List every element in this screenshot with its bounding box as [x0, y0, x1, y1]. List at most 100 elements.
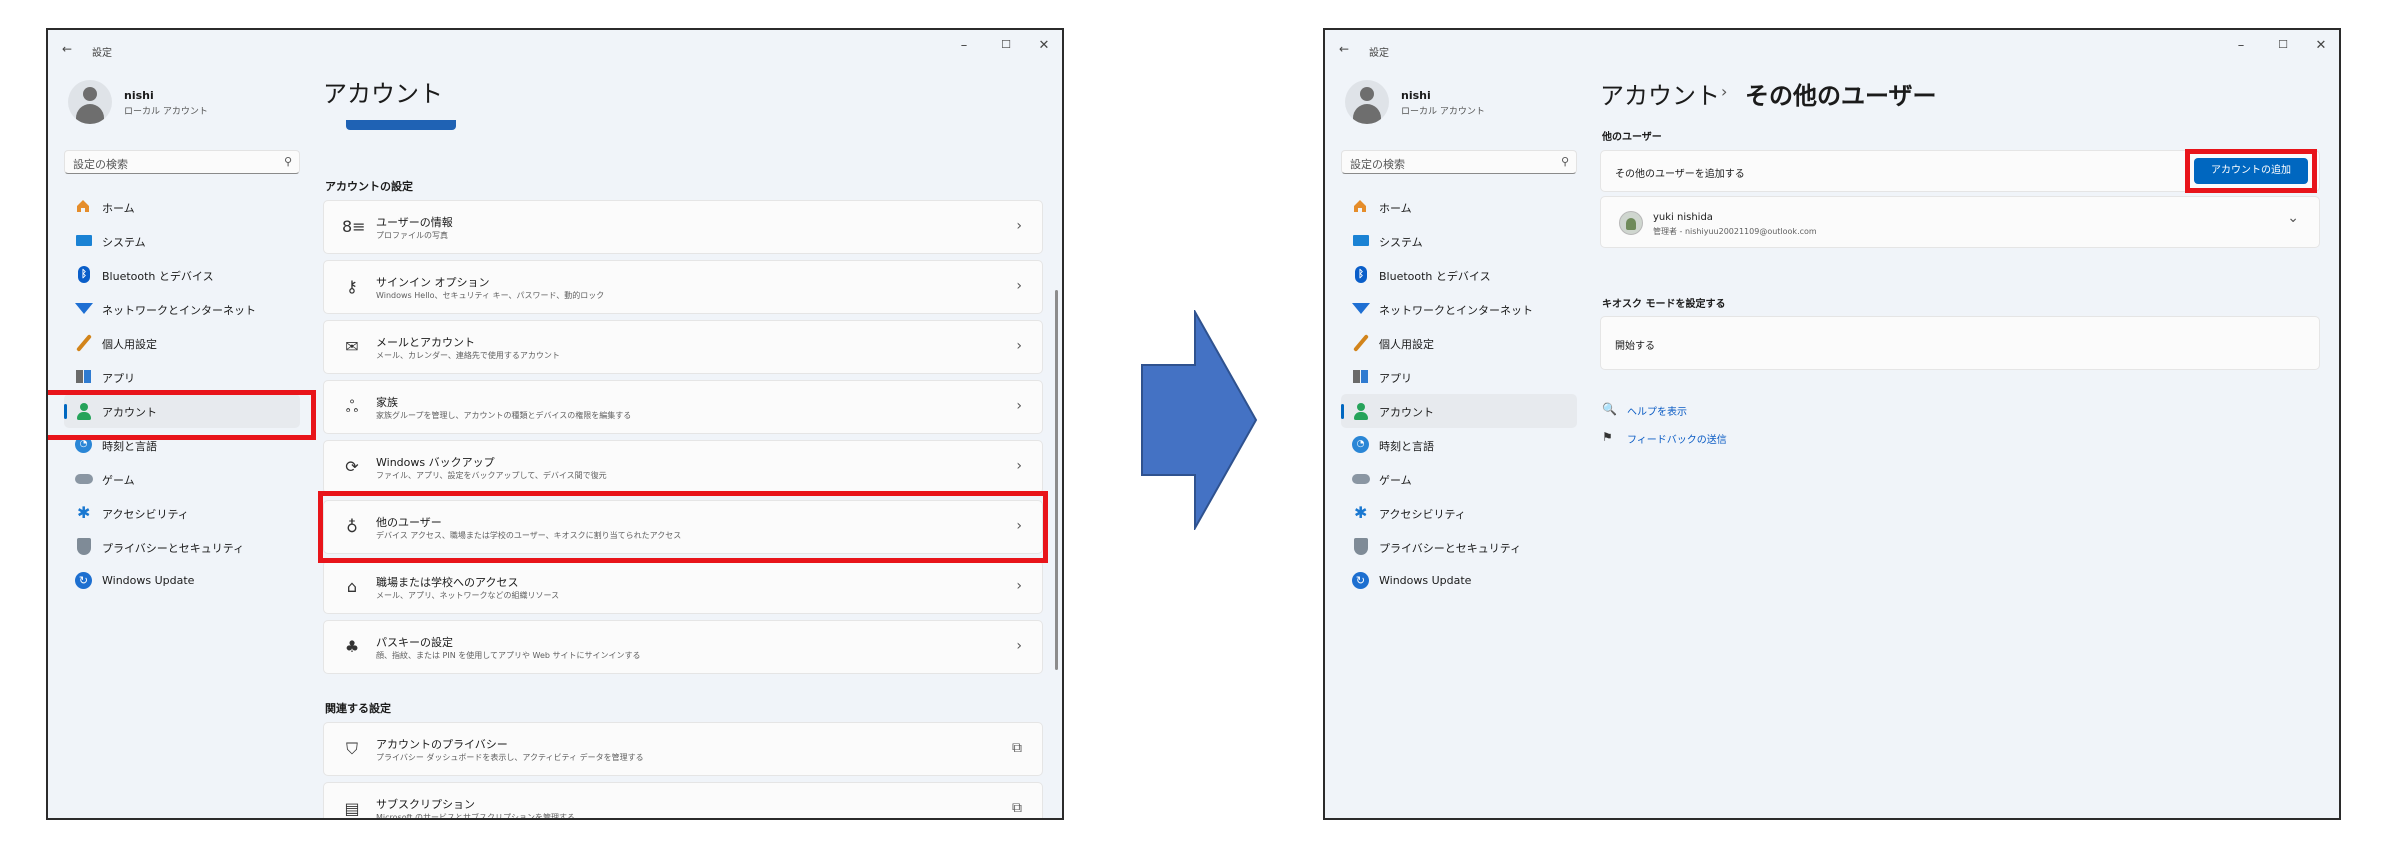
sidebar-item[interactable]: システム [64, 224, 300, 258]
sidebar-item[interactable]: プライバシーとセキュリティ [1341, 530, 1577, 564]
card-description: メール、カレンダー、連絡先で使用するアカウント [376, 351, 560, 360]
windows-update-icon: ↻ [75, 572, 93, 590]
page-title: アカウント [323, 80, 443, 108]
search-icon: ⚲ [1560, 155, 1569, 168]
chevron-right-icon: › [1016, 218, 1022, 234]
back-arrow-icon[interactable]: ← [62, 42, 72, 56]
user-entry-name: yuki nishida [1653, 212, 1713, 223]
settings-card[interactable]: ♣ パスキーの設定 顔、指紋、または PIN を使用してアプリや Web サイトにサ… [323, 620, 1043, 674]
system-icon [1352, 232, 1370, 250]
window-title: 設定 [1369, 48, 1389, 59]
sidebar-item[interactable]: ↻ Windows Update [64, 564, 300, 598]
search-input[interactable]: 設定の検索 ⚲ [64, 150, 300, 174]
card-description: Windows Hello、セキュリティ キー、パスワード、動的ロック [376, 291, 605, 300]
feedback-link[interactable]: フィードバックの送信 [1627, 431, 1727, 446]
sidebar-item[interactable]: ホーム [64, 190, 300, 224]
sidebar-item[interactable]: アカウント [1341, 394, 1577, 428]
kiosk-start-label: 開始する [1615, 341, 1655, 352]
sidebar-item[interactable]: ᛒ Bluetooth とデバイス [64, 258, 300, 292]
settings-card[interactable]: ▤ サブスクリプション Microsoft のサービスとサブスクリプションを管理する… [323, 782, 1043, 820]
sidebar-item-label: ゲーム [102, 474, 135, 487]
chevron-right-icon: › [1016, 578, 1022, 594]
sidebar-item[interactable]: ネットワークとインターネット [1341, 292, 1577, 326]
sidebar-item-label: アクセシビリティ [1379, 508, 1466, 521]
personalization-icon [1352, 334, 1370, 352]
sidebar-item[interactable]: アプリ [1341, 360, 1577, 394]
partially-scrolled-button[interactable] [346, 120, 456, 130]
sidebar-item[interactable]: ᛒ Bluetooth とデバイス [1341, 258, 1577, 292]
card-title: 家族 [376, 396, 398, 409]
section-heading-related: 関連する設定 [325, 702, 391, 715]
card-title: ユーザーの情報 [376, 216, 453, 229]
sidebar-item-label: ネットワークとインターネット [1379, 304, 1533, 317]
mail-icon: ✉ [345, 337, 359, 356]
sidebar-item-label: Windows Update [1379, 574, 1472, 587]
settings-card[interactable]: ✉ メールとアカウント メール、カレンダー、連絡先で使用するアカウント › [323, 320, 1043, 374]
sidebar-item-label: システム [1379, 236, 1423, 249]
apps-icon [75, 368, 93, 386]
user-account-type: ローカル アカウント [1401, 107, 1485, 117]
time-language-icon: ◔ [1352, 436, 1370, 454]
card-title: 職場または学校へのアクセス [376, 576, 519, 589]
settings-card[interactable]: 8≡ ユーザーの情報 プロファイルの写真 › [323, 200, 1043, 254]
sidebar-item[interactable]: 個人用設定 [1341, 326, 1577, 360]
kiosk-start-row[interactable]: 開始する [1600, 316, 2320, 370]
user-profile: nishi ローカル アカウント [1345, 80, 1595, 130]
sidebar-item[interactable]: ✱ アクセシビリティ [64, 496, 300, 530]
sidebar-item-label: アクセシビリティ [102, 508, 189, 521]
sidebar-item-label: 時刻と言語 [102, 440, 157, 453]
maximize-icon[interactable]: ☐ [2271, 38, 2295, 51]
windows-update-icon: ↻ [1352, 572, 1370, 590]
user-account-type: ローカル アカウント [124, 107, 208, 117]
sidebar-item[interactable]: ゲーム [64, 462, 300, 496]
sidebar-item-label: 個人用設定 [1379, 338, 1434, 351]
sidebar-nav: ホームシステム ᛒ Bluetooth とデバイスネットワークとインターネット 個人用… [1341, 190, 1577, 598]
search-placeholder: 設定の検索 [73, 158, 128, 171]
minimize-icon[interactable]: – [952, 38, 976, 53]
home-icon [75, 198, 93, 216]
chevron-down-icon[interactable]: ⌄ [2287, 210, 2299, 226]
user-entry-row[interactable]: yuki nishida 管理者 - nishiyuu20021109@outl… [1600, 196, 2320, 248]
sidebar-item-label: Bluetooth とデバイス [1379, 270, 1491, 283]
sidebar-item-label: ゲーム [1379, 474, 1412, 487]
card-description: プロファイルの写真 [376, 231, 448, 240]
subscription-icon: ▤ [344, 799, 360, 818]
sidebar-item[interactable]: システム [1341, 224, 1577, 258]
chevron-right-icon: › [1016, 398, 1022, 414]
card-description: Microsoft のサービスとサブスクリプションを管理する [376, 813, 575, 820]
sidebar-item-label: Windows Update [102, 574, 195, 587]
sidebar-item[interactable]: ネットワークとインターネット [64, 292, 300, 326]
card-title: Windows バックアップ [376, 456, 495, 469]
sidebar-item[interactable]: ↻ Windows Update [1341, 564, 1577, 598]
external-link-icon: ⧉ [1012, 740, 1022, 756]
sidebar-item-label: アプリ [102, 372, 135, 385]
settings-card[interactable]: ஃ 家族 家族グループを管理し、アカウントの種類とデバイスの権限を編集する › [323, 380, 1043, 434]
back-arrow-icon[interactable]: ← [1339, 42, 1349, 56]
breadcrumb-parent[interactable]: アカウント [1600, 76, 1720, 111]
sidebar-item[interactable]: 個人用設定 [64, 326, 300, 360]
sidebar-item[interactable]: ◔ 時刻と言語 [1341, 428, 1577, 462]
help-icon: 🔍 [1602, 402, 1617, 416]
sidebar-item[interactable]: ホーム [1341, 190, 1577, 224]
close-icon[interactable]: ✕ [2309, 38, 2333, 53]
maximize-icon[interactable]: ☐ [994, 38, 1018, 51]
section-heading-account-settings: アカウントの設定 [325, 180, 413, 193]
breadcrumb-separator-icon: › [1721, 82, 1728, 101]
sidebar-item[interactable]: アプリ [64, 360, 300, 394]
close-icon[interactable]: ✕ [1032, 38, 1056, 53]
sidebar-item[interactable]: ✱ アクセシビリティ [1341, 496, 1577, 530]
minimize-icon[interactable]: – [2229, 38, 2253, 53]
settings-card[interactable]: ⚷ サインイン オプション Windows Hello、セキュリティ キー、パスワー… [323, 260, 1043, 314]
bluetooth-icon: ᛒ [75, 266, 93, 284]
search-input[interactable]: 設定の検索 ⚲ [1341, 150, 1577, 174]
home-icon [1352, 198, 1370, 216]
settings-card[interactable]: ⌂ 職場または学校へのアクセス メール、アプリ、ネットワークなどの組織リソース › [323, 560, 1043, 614]
sidebar-item[interactable]: ゲーム [1341, 462, 1577, 496]
settings-card[interactable]: ⟳ Windows バックアップ ファイル、アプリ、設定をバックアップして、デバイス… [323, 440, 1043, 494]
settings-card[interactable]: ⛉ アカウントのプライバシー プライバシー ダッシュボードを表示し、アクティビティ … [323, 722, 1043, 776]
scrollbar[interactable] [1055, 290, 1058, 670]
help-link[interactable]: ヘルプを表示 [1627, 403, 1687, 418]
accessibility-icon: ✱ [1354, 503, 1368, 522]
window-title: 設定 [92, 48, 112, 59]
sidebar-item[interactable]: プライバシーとセキュリティ [64, 530, 300, 564]
